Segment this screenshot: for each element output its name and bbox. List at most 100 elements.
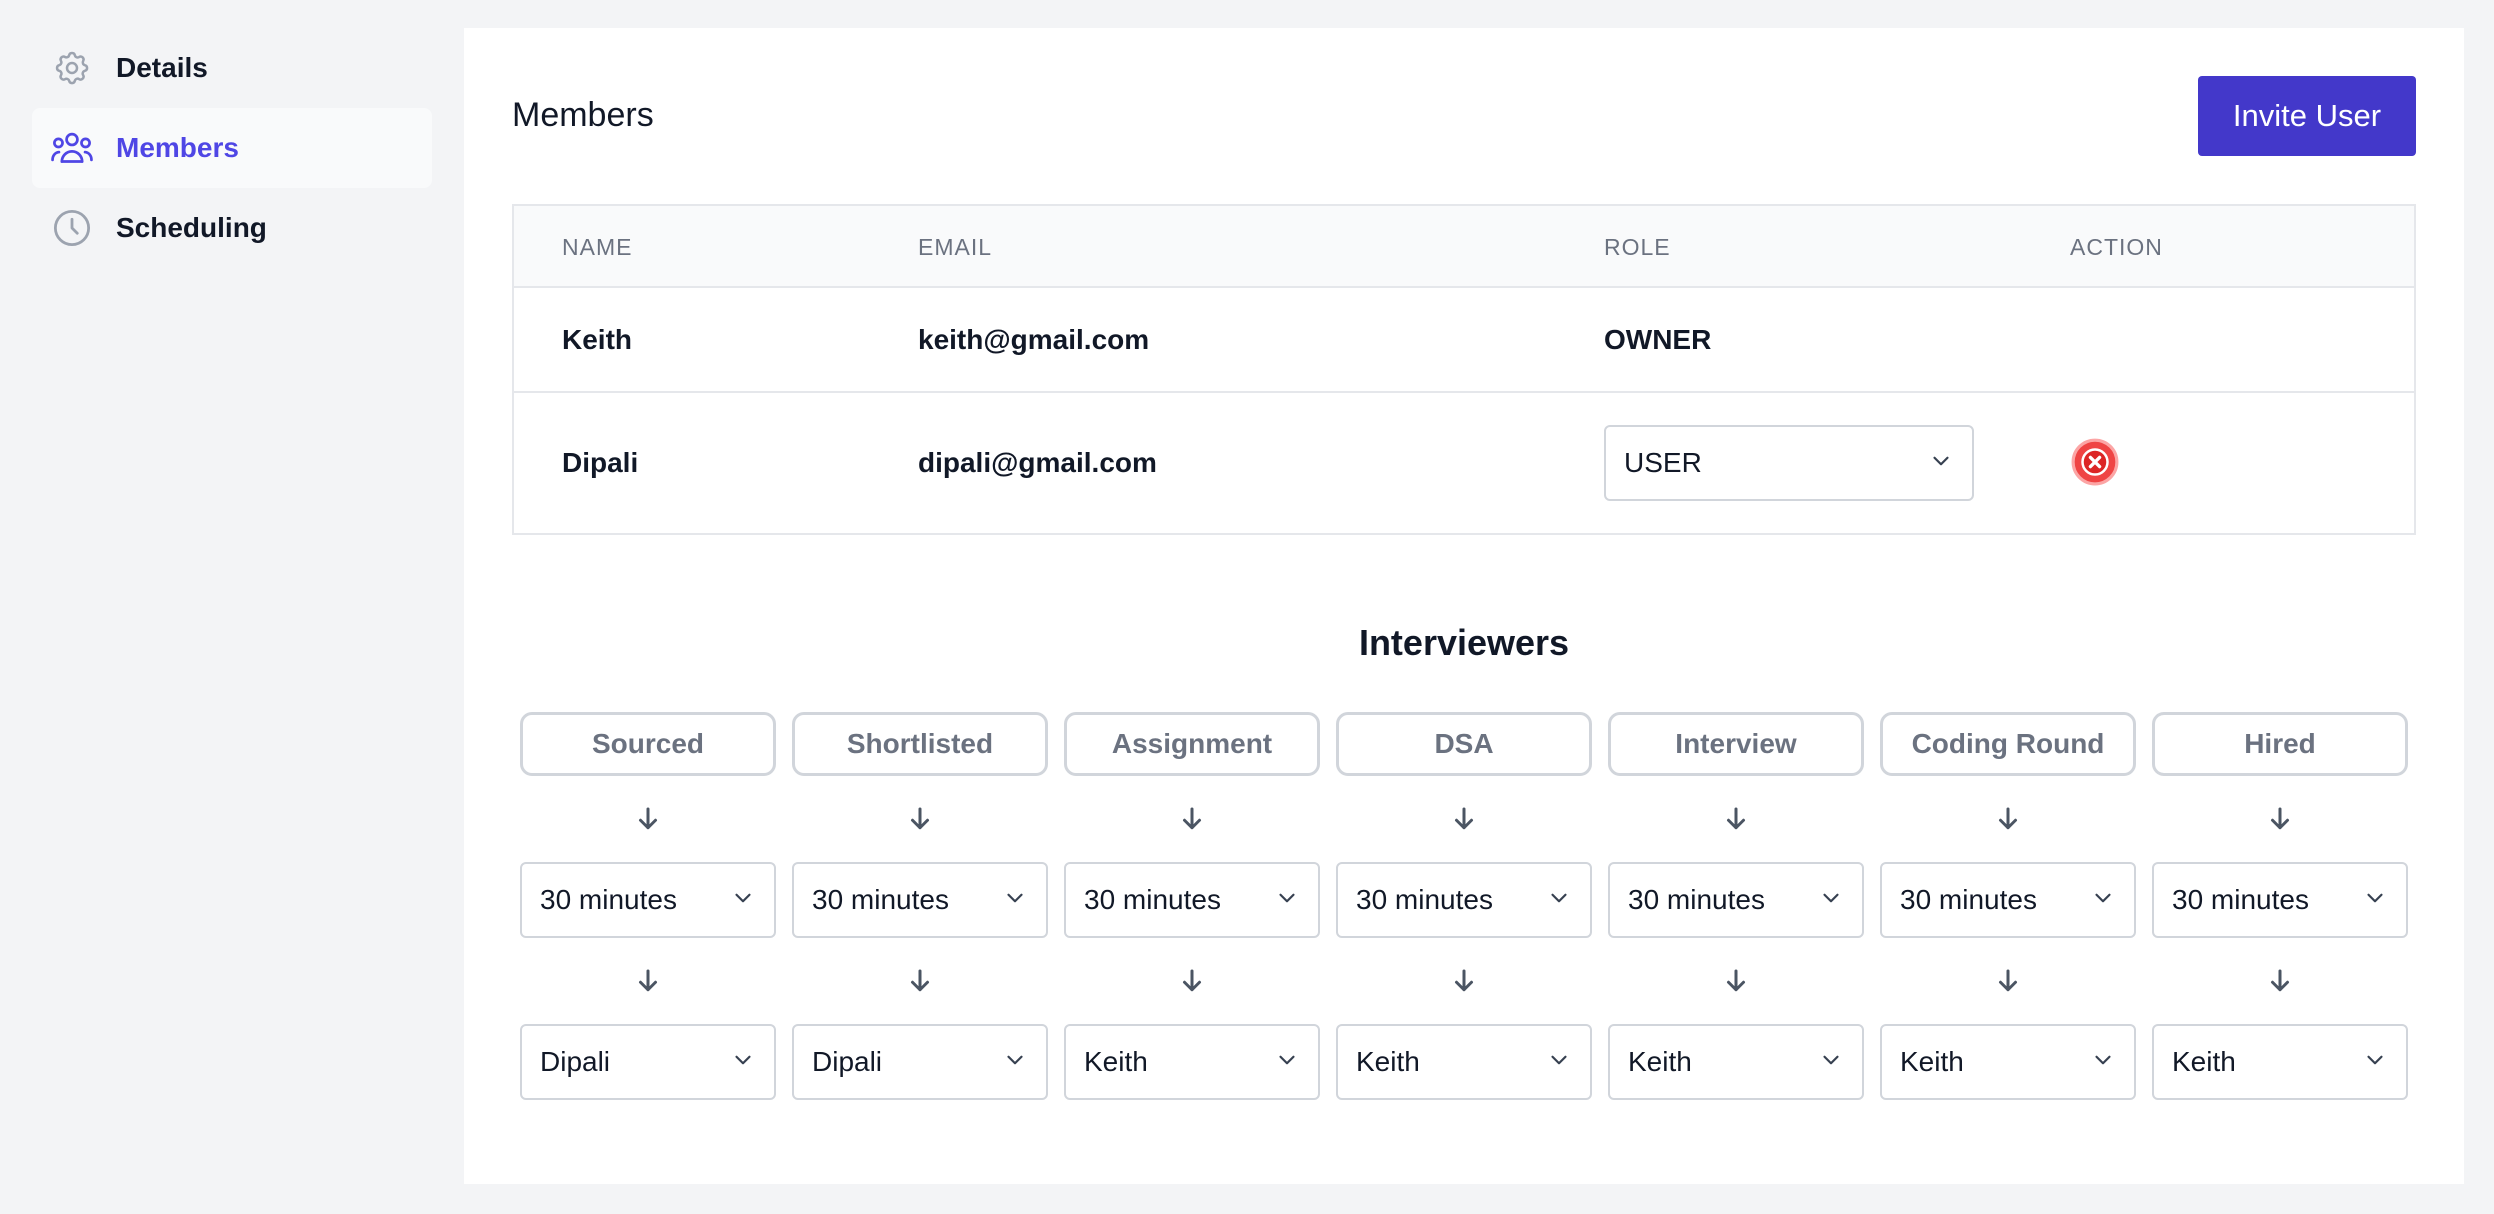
chevron-down-icon	[2362, 885, 2388, 916]
stage-column: Hired 30 minutes Keith	[2152, 712, 2408, 1100]
arrow-down-icon	[2152, 938, 2408, 1024]
interviewers-title: Interviewers	[1358, 622, 1570, 663]
arrow-down-icon	[792, 776, 1048, 862]
table-row: Dipali dipali@gmail.com USER	[514, 393, 2414, 533]
column-header-name: NAME	[562, 234, 633, 260]
stage-column: Assignment 30 minutes Keith	[1064, 712, 1320, 1100]
arrow-down-icon	[1064, 776, 1320, 862]
sidebar-item-scheduling[interactable]: Scheduling	[32, 188, 432, 268]
duration-value: 30 minutes	[2172, 884, 2309, 915]
members-table: NAME EMAIL ROLE ACTION Keith keith@gmail…	[512, 204, 2416, 535]
interviewer-select[interactable]: Keith	[1064, 1024, 1320, 1100]
chevron-down-icon	[1818, 885, 1844, 916]
arrow-down-icon	[520, 938, 776, 1024]
role-select[interactable]: USER	[1604, 425, 1974, 501]
interviewer-value: Keith	[1628, 1046, 1692, 1077]
sidebar-item-members[interactable]: Members	[32, 108, 432, 188]
arrow-down-icon	[1880, 938, 2136, 1024]
interviewer-select[interactable]: Dipali	[792, 1024, 1048, 1100]
stage-column: Shortlisted 30 minutes Dipali	[792, 712, 1048, 1100]
gear-icon	[50, 46, 94, 90]
interviewer-select[interactable]: Keith	[2152, 1024, 2408, 1100]
member-role: OWNER	[1604, 323, 1712, 355]
interviewer-value: Keith	[1900, 1046, 1964, 1077]
chevron-down-icon	[1274, 885, 1300, 916]
stage-column: Interview 30 minutes Keith	[1608, 712, 1864, 1100]
interviewer-value: Dipali	[540, 1046, 611, 1077]
duration-value: 30 minutes	[1084, 884, 1221, 915]
members-panel: Members Invite User NAME EMAIL ROLE ACTI…	[464, 28, 2464, 1184]
arrow-down-icon	[792, 938, 1048, 1024]
duration-value: 30 minutes	[1356, 884, 1493, 915]
stage-column: Sourced 30 minutes Dipali	[520, 712, 776, 1100]
arrow-down-icon	[1336, 776, 1592, 862]
chevron-down-icon	[1002, 885, 1028, 916]
interviewer-select[interactable]: Keith	[1336, 1024, 1592, 1100]
arrow-down-icon	[520, 776, 776, 862]
stage-name: Interview	[1608, 712, 1864, 776]
stage-name: Assignment	[1064, 712, 1320, 776]
chevron-down-icon	[1928, 448, 1954, 479]
interviewer-value: Keith	[1084, 1046, 1148, 1077]
duration-value: 30 minutes	[540, 884, 677, 915]
role-select-value: USER	[1624, 447, 1702, 478]
duration-select[interactable]: 30 minutes	[2152, 862, 2408, 938]
column-header-email: EMAIL	[918, 234, 993, 260]
member-name: Dipali	[562, 447, 639, 478]
stage-name: Coding Round	[1880, 712, 2136, 776]
users-icon	[50, 126, 94, 170]
member-email: keith@gmail.com	[918, 323, 1150, 355]
duration-select[interactable]: 30 minutes	[1064, 862, 1320, 938]
interviewer-value: Keith	[2172, 1046, 2236, 1077]
duration-value: 30 minutes	[1900, 884, 2037, 915]
sidebar-item-details[interactable]: Details	[32, 28, 432, 108]
clock-icon	[50, 206, 94, 250]
chevron-down-icon	[730, 1047, 756, 1078]
duration-select[interactable]: 30 minutes	[520, 862, 776, 938]
sidebar-item-label: Members	[116, 132, 239, 163]
chevron-down-icon	[2362, 1047, 2388, 1078]
interviewer-value: Dipali	[812, 1046, 883, 1077]
interviewer-select[interactable]: Keith	[1880, 1024, 2136, 1100]
table-header: NAME EMAIL ROLE ACTION	[514, 206, 2414, 288]
duration-select[interactable]: 30 minutes	[1880, 862, 2136, 938]
arrow-down-icon	[1608, 938, 1864, 1024]
sidebar-item-label: Scheduling	[116, 212, 267, 243]
duration-select[interactable]: 30 minutes	[1608, 862, 1864, 938]
duration-value: 30 minutes	[1628, 884, 1765, 915]
close-circle-icon	[2070, 437, 2120, 492]
sidebar-item-label: Details	[116, 52, 208, 83]
remove-member-button[interactable]	[2070, 437, 2120, 492]
duration-value: 30 minutes	[812, 884, 949, 915]
chevron-down-icon	[730, 885, 756, 916]
duration-select[interactable]: 30 minutes	[1336, 862, 1592, 938]
stage-name: DSA	[1336, 712, 1592, 776]
chevron-down-icon	[2090, 885, 2116, 916]
arrow-down-icon	[1880, 776, 2136, 862]
arrow-down-icon	[2152, 776, 2408, 862]
page-title: Members	[512, 96, 654, 134]
stage-name: Sourced	[520, 712, 776, 776]
chevron-down-icon	[1818, 1047, 1844, 1078]
arrow-down-icon	[1064, 938, 1320, 1024]
invite-user-button[interactable]: Invite User	[2198, 76, 2416, 156]
interviewer-value: Keith	[1356, 1046, 1420, 1077]
interviewer-select[interactable]: Keith	[1608, 1024, 1864, 1100]
chevron-down-icon	[2090, 1047, 2116, 1078]
stage-name: Hired	[2152, 712, 2408, 776]
chevron-down-icon	[1274, 1047, 1300, 1078]
stage-name: Shortlisted	[792, 712, 1048, 776]
column-header-role: ROLE	[1604, 234, 1671, 260]
member-email: dipali@gmail.com	[918, 447, 1157, 478]
sidebar: Details Members Scheduling	[32, 28, 432, 268]
stage-column: Coding Round 30 minutes Keith	[1880, 712, 2136, 1100]
arrow-down-icon	[1336, 938, 1592, 1024]
column-header-action: ACTION	[2070, 234, 2163, 260]
chevron-down-icon	[1546, 885, 1572, 916]
stage-column: DSA 30 minutes Keith	[1336, 712, 1592, 1100]
table-row: Keith keith@gmail.com OWNER	[514, 288, 2414, 393]
interviewer-select[interactable]: Dipali	[520, 1024, 776, 1100]
chevron-down-icon	[1002, 1047, 1028, 1078]
member-name: Keith	[562, 323, 632, 355]
duration-select[interactable]: 30 minutes	[792, 862, 1048, 938]
